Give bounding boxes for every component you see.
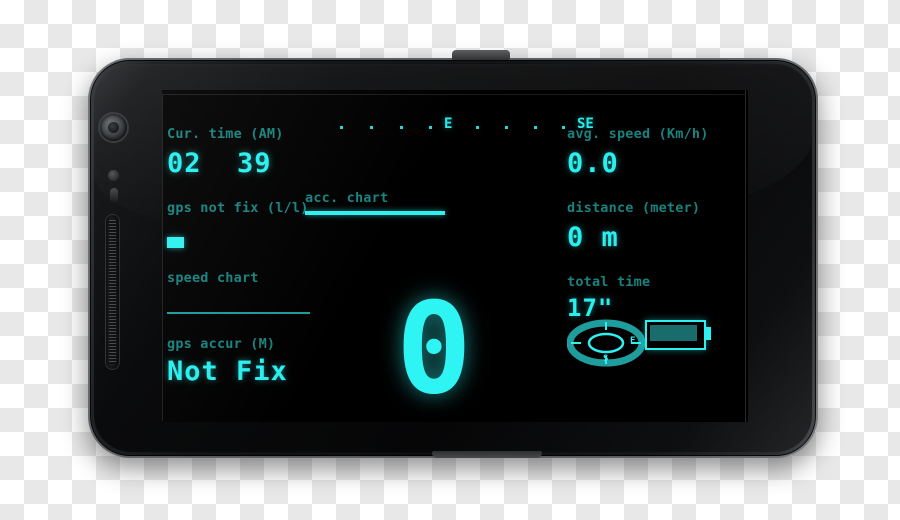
compass-rose-east-label: E bbox=[630, 336, 636, 346]
distance-value: 0 m bbox=[567, 222, 619, 253]
acc-chart-bar bbox=[305, 211, 445, 215]
compass-tick bbox=[476, 126, 479, 129]
navbar-divider bbox=[745, 90, 748, 422]
cur-time-minutes: 39 bbox=[237, 148, 272, 179]
phone-screen[interactable]: E SE Cur. time (AM) 02 39 gps not fix (l… bbox=[162, 90, 748, 422]
left-metrics-column: Cur. time (AM) 02 39 gps not fix (l/l) s… bbox=[167, 126, 317, 416]
current-speed-value: 0 bbox=[396, 275, 472, 422]
acc-chart-label: acc. chart bbox=[305, 190, 389, 206]
power-button[interactable] bbox=[452, 50, 510, 60]
cur-time-label: Cur. time (AM) bbox=[167, 126, 284, 142]
compass-tick bbox=[429, 126, 432, 129]
compass-heading-strip: E SE bbox=[340, 116, 594, 138]
speed-chart-label: speed chart bbox=[167, 270, 259, 286]
battery-cap-icon bbox=[704, 327, 711, 340]
total-time-label: total time bbox=[567, 274, 651, 290]
avg-speed-value: 0.0 bbox=[567, 148, 619, 179]
cur-time-hours: 02 bbox=[167, 148, 202, 179]
gps-fix-indicator bbox=[167, 237, 184, 248]
gps-accur-value: Not Fix bbox=[167, 356, 288, 387]
avg-speed-label: avg. speed (Km/h) bbox=[567, 126, 709, 142]
front-camera-icon bbox=[100, 114, 127, 141]
distance-label: distance (meter) bbox=[567, 200, 701, 216]
compass-tick bbox=[370, 126, 373, 129]
compass-tick bbox=[534, 126, 537, 129]
gps-accur-label: gps accur (M) bbox=[167, 336, 276, 352]
compass-tick bbox=[340, 126, 343, 129]
battery-icon bbox=[645, 320, 706, 350]
proximity-sensor-icon bbox=[108, 170, 119, 181]
bottom-edge-nub bbox=[432, 451, 542, 458]
compass-tick bbox=[400, 126, 403, 129]
gps-speedometer-app[interactable]: E SE Cur. time (AM) 02 39 gps not fix (l… bbox=[162, 90, 748, 422]
battery-level-fill bbox=[650, 325, 697, 341]
compass-label-east: E bbox=[444, 116, 453, 132]
compass-rose-south-label: S bbox=[603, 354, 609, 364]
right-metrics-column: avg. speed (Km/h) 0.0 distance (meter) 0… bbox=[567, 126, 747, 416]
speed-chart-line bbox=[167, 312, 310, 314]
earpiece-speaker-grille bbox=[105, 214, 120, 370]
notification-led-icon bbox=[110, 188, 118, 203]
gps-fix-label: gps not fix (l/l) bbox=[167, 200, 309, 216]
compass-tick bbox=[505, 126, 508, 129]
compass-rose-icon: E S bbox=[566, 318, 646, 368]
screenshot-stage: E SE Cur. time (AM) 02 39 gps not fix (l… bbox=[0, 0, 900, 520]
compass-tick bbox=[562, 126, 565, 129]
